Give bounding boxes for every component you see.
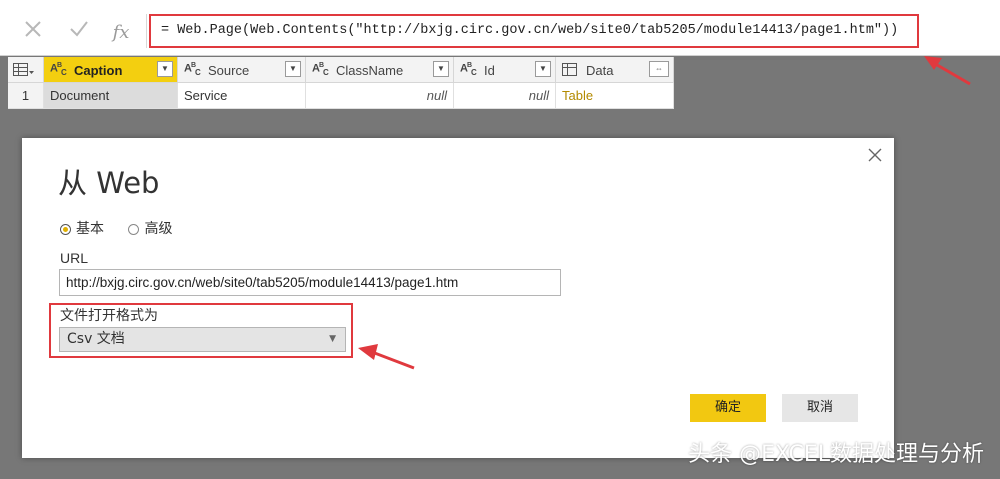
close-icon[interactable] bbox=[866, 146, 884, 164]
chevron-down-icon[interactable]: ▼ bbox=[157, 61, 173, 77]
column-header-source[interactable]: ABC Source ▼ bbox=[178, 57, 306, 83]
column-name: Id bbox=[484, 63, 495, 78]
table-cell[interactable]: null bbox=[306, 83, 454, 109]
chevron-down-icon[interactable]: ▼ bbox=[535, 61, 551, 77]
mode-radio-group: 基本 高级 bbox=[60, 218, 192, 238]
radio-basic[interactable]: 基本 bbox=[60, 218, 104, 238]
annotation-arrow-formula bbox=[924, 56, 971, 86]
url-input[interactable]: http://bxjg.circ.gov.cn/web/site0/tab520… bbox=[59, 269, 561, 296]
chevron-down-icon[interactable]: ▼ bbox=[285, 61, 301, 77]
column-name: Data bbox=[586, 63, 614, 78]
check-icon bbox=[70, 21, 88, 37]
table-cell[interactable]: Service bbox=[178, 83, 306, 109]
row-number[interactable]: 1 bbox=[8, 83, 44, 109]
radio-label: 高级 bbox=[144, 221, 173, 237]
format-select[interactable]: Csv 文档 ▼ bbox=[59, 327, 346, 352]
dialog-title: 从 Web bbox=[58, 166, 160, 200]
expand-column-icon[interactable]: ⇔ bbox=[649, 61, 669, 77]
table-link-cell[interactable]: Table bbox=[556, 83, 674, 109]
format-select-value: Csv 文档 bbox=[67, 331, 125, 347]
text-type-icon: ABC bbox=[50, 62, 67, 77]
from-web-dialog: 从 Web 基本 高级 URL http://bxjg.circ.gov.cn/… bbox=[22, 138, 894, 458]
radio-advanced[interactable]: 高级 bbox=[128, 218, 172, 238]
column-name: Caption bbox=[74, 63, 123, 78]
column-header-id[interactable]: ABC Id ▼ bbox=[454, 57, 556, 83]
watermark-text: 头条 @EXCEL数据处理与分析 bbox=[688, 442, 984, 467]
column-header-caption[interactable]: ABC Caption ▼ bbox=[44, 57, 178, 83]
formula-bar: fx = Web.Page(Web.Contents("http://bxjg.… bbox=[0, 0, 1000, 56]
format-label: 文件打开格式为 bbox=[60, 308, 158, 324]
chevron-down-icon[interactable]: ▼ bbox=[433, 61, 449, 77]
close-icon bbox=[25, 21, 41, 37]
table-icon bbox=[13, 63, 34, 76]
formula-input[interactable]: = Web.Page(Web.Contents("http://bxjg.cir… bbox=[149, 14, 919, 48]
table-cell[interactable]: null bbox=[454, 83, 556, 109]
column-name: ClassName bbox=[336, 63, 404, 78]
ok-button[interactable]: 确定 bbox=[690, 394, 766, 422]
text-type-icon: ABC bbox=[184, 62, 201, 77]
column-header-data[interactable]: Data ⇔ bbox=[556, 57, 674, 83]
radio-unselected-icon bbox=[128, 223, 140, 235]
table-type-icon bbox=[562, 63, 577, 76]
url-label: URL bbox=[60, 250, 89, 266]
query-grid: ABC Caption ▼ ABC Source ▼ ABC ClassName… bbox=[8, 57, 674, 109]
formula-divider bbox=[146, 14, 147, 48]
table-cell[interactable]: Document bbox=[44, 83, 178, 109]
text-type-icon: ABC bbox=[312, 62, 329, 77]
radio-label: 基本 bbox=[76, 221, 104, 237]
column-name: Source bbox=[208, 63, 250, 78]
radio-selected-icon bbox=[60, 223, 71, 235]
column-header-classname[interactable]: ABC ClassName ▼ bbox=[306, 57, 454, 83]
fx-icon[interactable]: fx bbox=[106, 18, 136, 48]
chevron-down-icon: ▼ bbox=[329, 334, 336, 344]
cancel-formula-icon[interactable] bbox=[18, 18, 48, 48]
cancel-button[interactable]: 取消 bbox=[782, 394, 858, 422]
text-type-icon: ABC bbox=[460, 62, 477, 77]
table-menu-icon[interactable] bbox=[8, 57, 44, 83]
annotation-arrow-format bbox=[358, 344, 415, 370]
commit-formula-icon[interactable] bbox=[64, 18, 94, 48]
